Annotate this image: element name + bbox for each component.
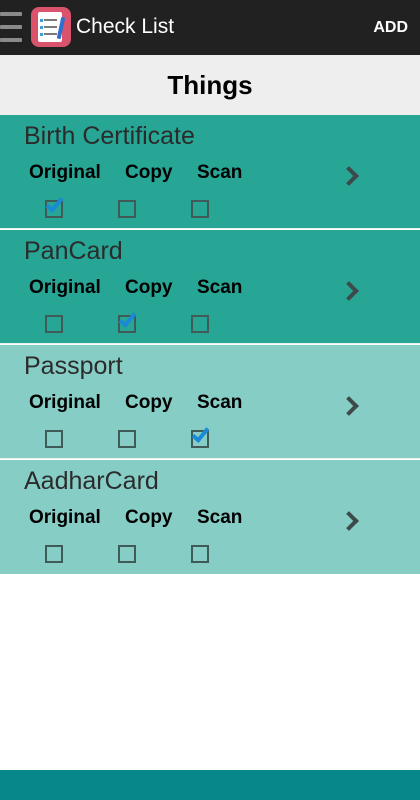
original-label: Original xyxy=(29,392,101,413)
list-item-aadharcard[interactable]: AadharCard Original Copy Scan xyxy=(0,460,420,574)
list-header: Things xyxy=(0,55,420,115)
item-name: Passport xyxy=(24,352,123,380)
original-checkbox[interactable] xyxy=(45,545,63,563)
copy-checkbox[interactable] xyxy=(118,200,136,218)
original-checkbox[interactable] xyxy=(45,194,64,218)
scan-label: Scan xyxy=(197,392,243,413)
copy-label: Copy xyxy=(125,392,173,413)
list-item-pancard[interactable]: PanCard Original Copy Scan xyxy=(0,230,420,344)
original-checkbox[interactable] xyxy=(45,315,63,333)
hamburger-menu-icon[interactable] xyxy=(0,12,22,44)
app-title: Check List xyxy=(76,15,175,38)
original-checkbox[interactable] xyxy=(45,430,63,448)
original-label: Original xyxy=(29,507,101,528)
add-button[interactable]: ADD xyxy=(373,18,408,38)
item-name: AadharCard xyxy=(24,467,159,495)
copy-checkbox[interactable] xyxy=(118,309,137,333)
scan-label: Scan xyxy=(197,162,243,183)
copy-checkbox[interactable] xyxy=(118,430,136,448)
chevron-right-icon[interactable] xyxy=(340,165,362,187)
original-label: Original xyxy=(29,277,101,298)
item-name: PanCard xyxy=(24,237,123,265)
divider xyxy=(0,228,420,229)
item-name: Birth Certificate xyxy=(24,122,195,150)
list-item-birth-certificate[interactable]: Birth Certificate Original Copy Scan xyxy=(0,115,420,229)
copy-label: Copy xyxy=(125,277,173,298)
scan-label: Scan xyxy=(197,277,243,298)
page-title: Things xyxy=(167,69,253,100)
scan-checkbox[interactable] xyxy=(191,545,209,563)
divider xyxy=(0,458,420,459)
chevron-right-icon[interactable] xyxy=(340,395,362,417)
chevron-right-icon[interactable] xyxy=(340,280,362,302)
copy-label: Copy xyxy=(125,507,173,528)
bottom-bar xyxy=(0,770,420,800)
check-mark-icon xyxy=(45,194,64,213)
scan-label: Scan xyxy=(197,507,243,528)
checklist-app-icon xyxy=(31,7,71,47)
check-mark-icon xyxy=(191,424,210,443)
divider xyxy=(0,343,420,344)
scan-checkbox[interactable] xyxy=(191,200,209,218)
scan-checkbox[interactable] xyxy=(191,424,210,448)
original-label: Original xyxy=(29,162,101,183)
chevron-right-icon[interactable] xyxy=(340,510,362,532)
list-item-passport[interactable]: Passport Original Copy Scan xyxy=(0,345,420,459)
copy-checkbox[interactable] xyxy=(118,545,136,563)
check-mark-icon xyxy=(118,309,137,328)
scan-checkbox[interactable] xyxy=(191,315,209,333)
app-bar: Check List ADD xyxy=(0,0,420,55)
copy-label: Copy xyxy=(125,162,173,183)
